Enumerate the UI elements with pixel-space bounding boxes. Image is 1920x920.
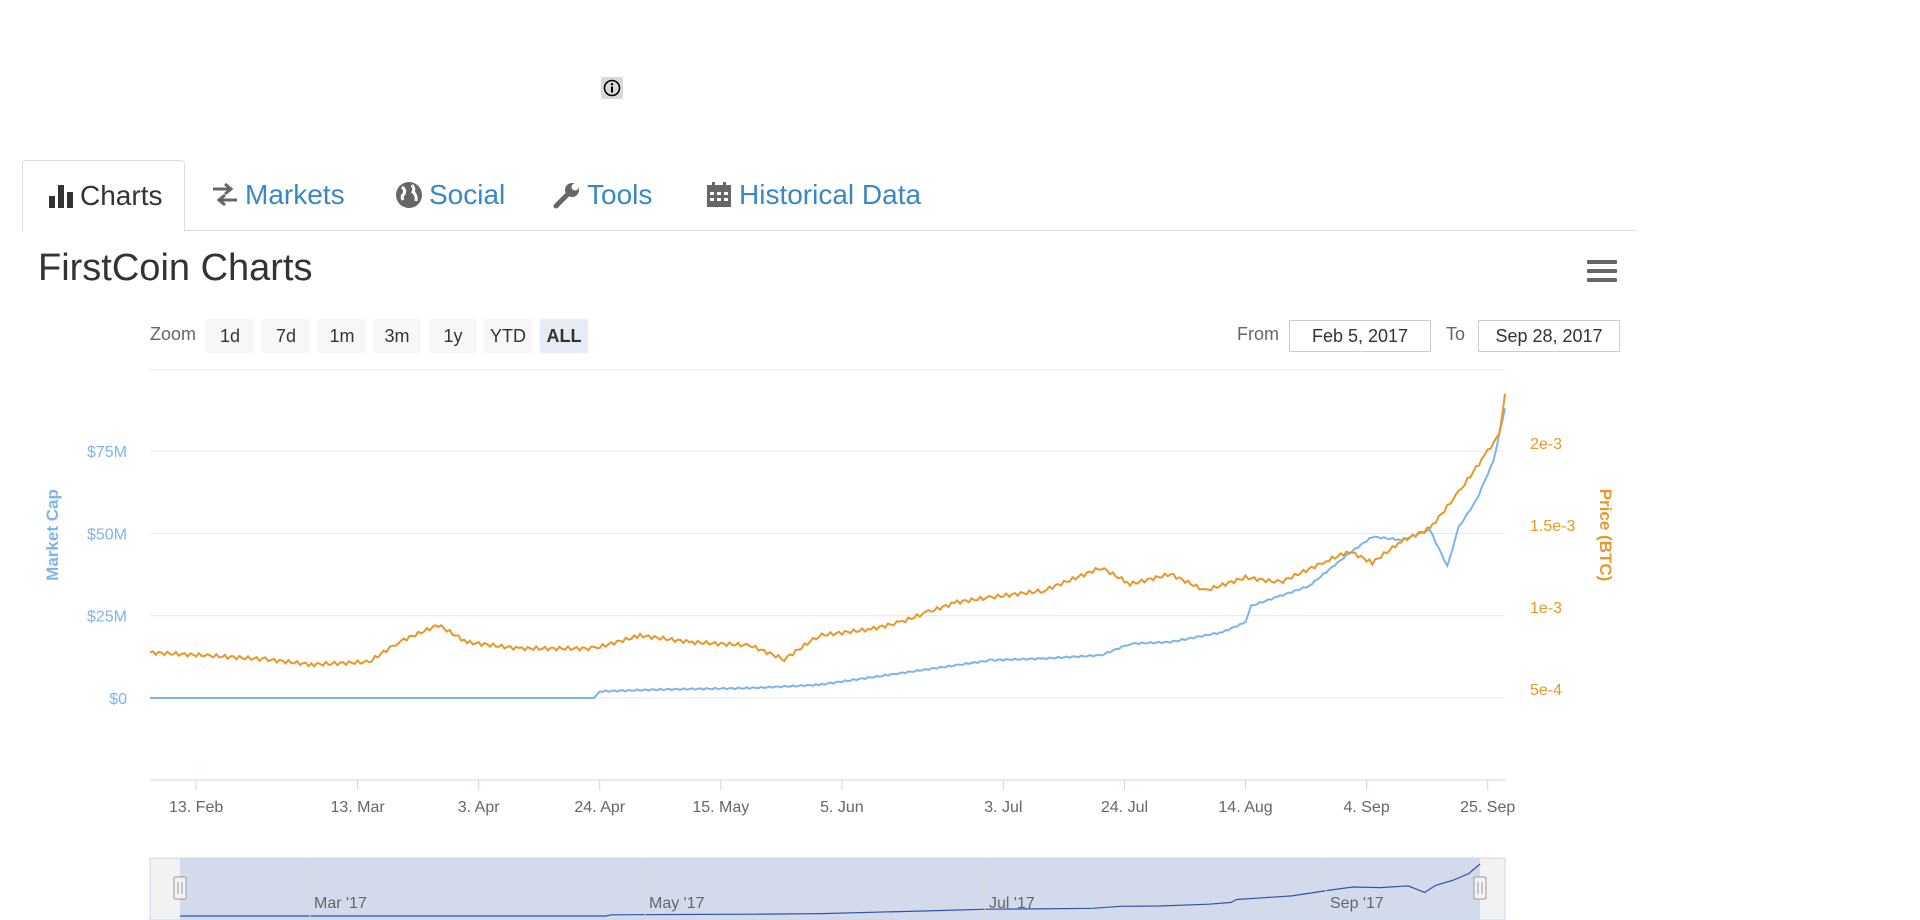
x-tick-label: 24. Apr — [574, 799, 625, 816]
x-tick-label: 3. Jul — [984, 799, 1022, 816]
navigator-date-label: Jul '17 — [989, 895, 1035, 912]
navigator-date-label: Sep '17 — [1330, 895, 1384, 912]
navigator-selection — [180, 858, 1480, 920]
x-tick-label: 3. Apr — [458, 799, 500, 816]
market-cap-series-line — [150, 408, 1506, 699]
price-chart: $0 $25M $50M $75M Market Cap 5e-4 1e-3 1.5e-3 2… — [43, 369, 1615, 920]
y-right-axis-label: Price (BTC) — [1596, 489, 1615, 582]
price-series-line — [149, 393, 1506, 668]
x-tick-label: 15. May — [692, 799, 749, 816]
y-right-tick-label: 5e-4 — [1530, 682, 1562, 699]
y-right-tick-label: 2e-3 — [1530, 436, 1562, 453]
x-tick-label: 25. Sep — [1460, 799, 1515, 816]
navigator-date-label: Mar '17 — [314, 895, 367, 912]
x-tick-label: 5. Jun — [820, 799, 864, 816]
y-right-tick-label: 1e-3 — [1530, 600, 1562, 617]
navigator-right-handle[interactable] — [1473, 876, 1487, 900]
handle-grip — [173, 876, 187, 900]
x-tick-label: 14. Aug — [1218, 799, 1272, 816]
x-tick-label: 13. Mar — [330, 799, 385, 816]
x-tick-label: 13. Feb — [169, 799, 223, 816]
x-tick-label: 4. Sep — [1343, 799, 1389, 816]
y-left-tick-label: $50M — [87, 526, 127, 543]
y-left-tick-label: $25M — [87, 609, 127, 626]
navigator-date-label: May '17 — [649, 895, 705, 912]
handle-grip — [1473, 876, 1487, 900]
y-left-tick-label: $0 — [109, 691, 127, 708]
y-right-tick-label: 1.5e-3 — [1530, 518, 1575, 535]
x-tick-label: 24. Jul — [1101, 799, 1148, 816]
navigator-left-handle[interactable] — [173, 876, 187, 900]
y-left-axis-label: Market Cap — [43, 489, 62, 581]
y-left-tick-label: $75M — [87, 444, 127, 461]
